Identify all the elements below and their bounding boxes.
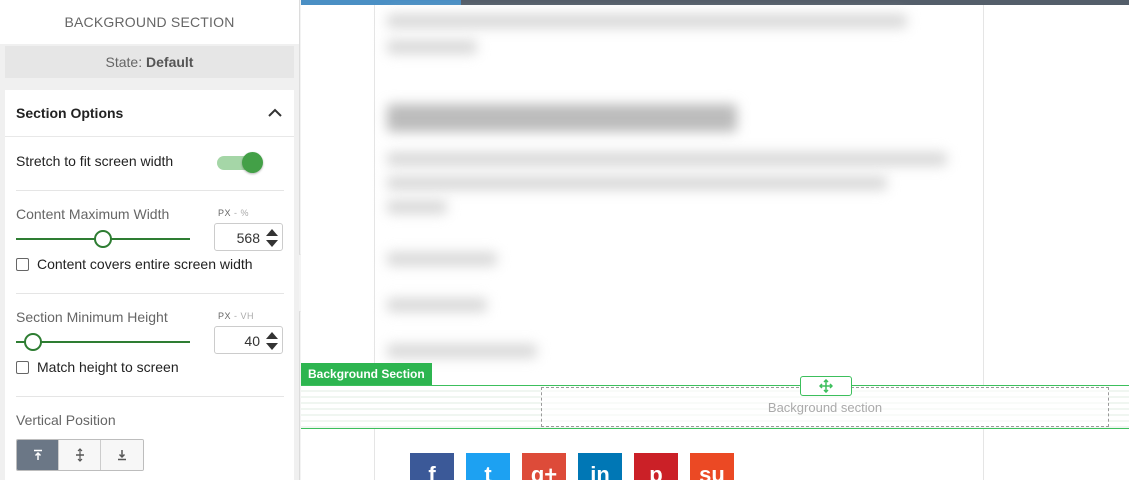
stepper-arrows-icon[interactable]	[266, 332, 278, 350]
vertical-position-group	[16, 439, 144, 471]
blurred-text	[387, 176, 887, 190]
stumbleupon-icon[interactable]: su	[690, 453, 734, 480]
unit-separator: -	[231, 208, 241, 218]
section-min-height-slider[interactable]	[16, 333, 190, 351]
min-height-unit-toggle[interactable]: PX - VH	[218, 311, 254, 321]
section-options-title: Section Options	[16, 105, 124, 121]
content-width-unit-toggle[interactable]: PX - %	[218, 208, 249, 218]
blurred-text	[387, 252, 497, 266]
checkbox-box[interactable]	[16, 257, 29, 271]
linkedin-icon[interactable]: in	[578, 453, 622, 480]
blurred-text	[387, 40, 477, 54]
align-bottom-button[interactable]	[101, 440, 143, 470]
facebook-icon[interactable]: f	[410, 453, 454, 480]
cover-screen-label: Content covers entire screen width	[37, 256, 253, 272]
chevron-up-icon[interactable]	[268, 108, 282, 118]
unit-separator: -	[231, 311, 241, 321]
bottom-align-icon	[118, 450, 126, 461]
blurred-text	[387, 200, 447, 214]
section-options-panel: Section Options Stretch to fit screen wi…	[5, 90, 294, 480]
unit-vh[interactable]: VH	[241, 311, 255, 321]
blurred-heading	[387, 104, 737, 132]
google-plus-icon[interactable]: g+	[522, 453, 566, 480]
section-tag[interactable]: Background Section	[301, 363, 432, 385]
stepper-arrows-icon[interactable]	[266, 229, 278, 247]
unit-px[interactable]: PX	[218, 311, 231, 321]
top-align-icon	[33, 449, 42, 460]
move-handle[interactable]	[800, 376, 852, 396]
state-label: State:	[105, 54, 143, 70]
content-max-width-input[interactable]: 568	[214, 223, 283, 251]
section-options-header[interactable]: Section Options	[5, 90, 294, 137]
slider-thumb[interactable]	[23, 333, 42, 351]
cover-screen-checkbox[interactable]: Content covers entire screen width	[16, 256, 253, 272]
blurred-text	[387, 298, 487, 312]
center-align-icon	[75, 448, 84, 462]
top-progress-bar	[301, 0, 1129, 5]
state-selector[interactable]: State: Default	[5, 46, 294, 78]
match-height-label: Match height to screen	[37, 359, 179, 375]
align-center-button[interactable]	[59, 440, 101, 470]
slider-thumb[interactable]	[94, 230, 112, 248]
align-top-button[interactable]	[17, 440, 59, 470]
pinterest-icon[interactable]: p	[634, 453, 678, 480]
match-height-checkbox[interactable]: Match height to screen	[16, 359, 179, 375]
section-min-height-value: 40	[244, 333, 260, 349]
stretch-toggle[interactable]	[217, 151, 263, 173]
unit-px[interactable]: PX	[218, 208, 231, 218]
editor-canvas: Background Section Background section ft…	[301, 0, 1129, 480]
blurred-text	[387, 344, 537, 358]
unit-percent[interactable]: %	[241, 208, 250, 218]
move-icon	[819, 379, 833, 393]
section-min-height-label: Section Minimum Height	[16, 309, 168, 325]
blurred-text	[387, 14, 907, 28]
vertical-position-label: Vertical Position	[16, 412, 116, 428]
content-max-width-value: 568	[236, 230, 260, 246]
twitter-icon[interactable]: t	[466, 453, 510, 480]
properties-sidebar: BACKGROUND SECTION State: Default Sectio…	[0, 0, 300, 480]
blurred-text	[387, 152, 947, 166]
sidebar-title: BACKGROUND SECTION	[0, 0, 299, 44]
section-min-height-input[interactable]: 40	[214, 326, 283, 354]
content-max-width-slider[interactable]	[16, 230, 190, 248]
state-value: Default	[146, 54, 194, 70]
divider	[16, 293, 284, 294]
content-max-width-label: Content Maximum Width	[16, 206, 170, 222]
stretch-label: Stretch to fit screen width	[16, 153, 174, 169]
divider	[16, 396, 284, 397]
divider	[16, 190, 284, 191]
checkbox-box[interactable]	[16, 360, 29, 374]
